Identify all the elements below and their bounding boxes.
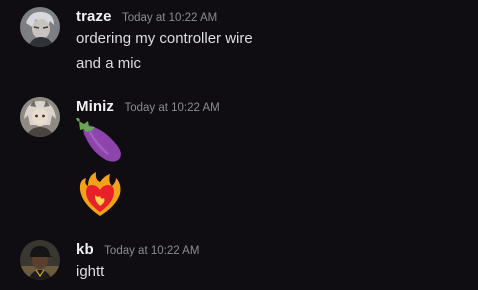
avatar-traze[interactable] [20, 7, 60, 47]
timestamp: Today at 10:22 AM [121, 12, 218, 24]
username[interactable]: traze [76, 8, 112, 25]
message-text: and a mic [76, 55, 142, 72]
timestamp: Today at 10:22 AM [104, 245, 200, 257]
avatar-miniz[interactable] [20, 97, 60, 137]
username[interactable]: kb [76, 241, 94, 258]
heart-on-fire-emoji[interactable] [76, 170, 124, 218]
heart-on-fire-icon [79, 172, 121, 216]
eggplant-icon [76, 118, 121, 162]
avatar-kb[interactable] [20, 240, 60, 280]
grey-anime-character-avatar-icon [20, 7, 60, 47]
username[interactable]: Miniz [76, 98, 114, 115]
timestamp: Today at 10:22 AM [124, 102, 220, 114]
message-text: ightt [76, 263, 105, 280]
eggplant-emoji[interactable] [76, 118, 124, 166]
anime-girl-avatar-icon [20, 97, 60, 137]
person-in-cap-avatar-icon [20, 240, 60, 280]
message-text: ordering my controller wire [76, 30, 253, 47]
